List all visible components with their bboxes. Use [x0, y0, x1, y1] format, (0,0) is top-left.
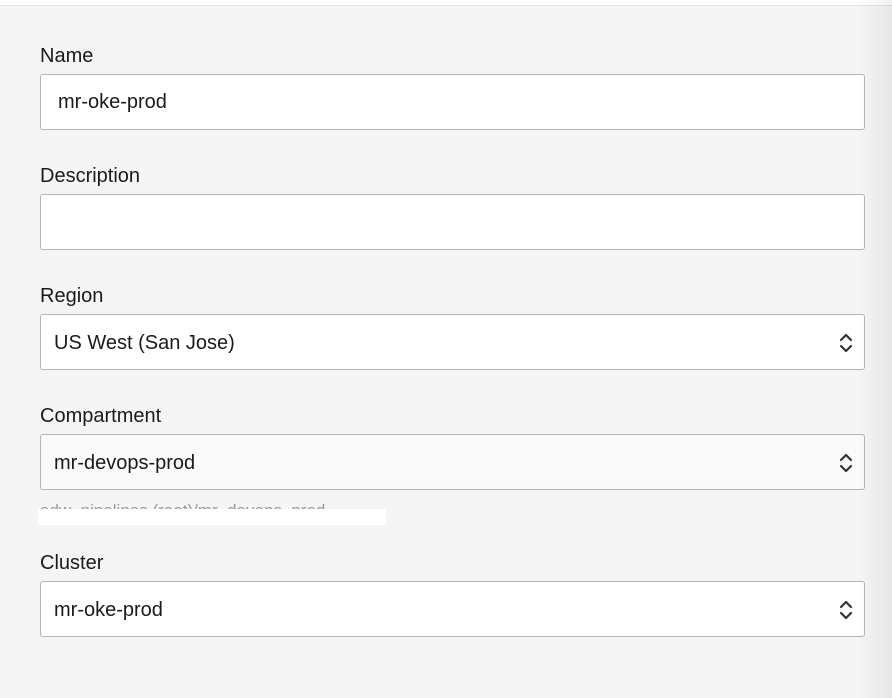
cluster-label: Cluster — [40, 552, 104, 574]
compartment-label: Compartment — [40, 405, 162, 427]
panel-top-border — [0, 0, 892, 6]
name-label: Name — [40, 45, 94, 67]
description-input[interactable] — [40, 194, 865, 250]
region-selected-value: US West (San Jose) — [54, 332, 235, 354]
cluster-selected-value: mr-oke-prod — [54, 599, 163, 621]
chevron-up-down-icon — [839, 600, 853, 620]
name-input[interactable] — [40, 74, 865, 130]
region-label: Region — [40, 285, 104, 307]
compartment-selected-value: mr-devops-prod — [54, 452, 196, 474]
description-label: Description — [40, 165, 141, 187]
chevron-up-down-icon — [839, 453, 853, 473]
cluster-select[interactable]: mr-oke-prod — [40, 581, 865, 637]
hint-overlay — [38, 509, 386, 525]
compartment-select[interactable]: mr-devops-prod — [40, 434, 865, 490]
chevron-up-down-icon — [839, 333, 853, 353]
region-select[interactable]: US West (San Jose) — [40, 314, 865, 370]
